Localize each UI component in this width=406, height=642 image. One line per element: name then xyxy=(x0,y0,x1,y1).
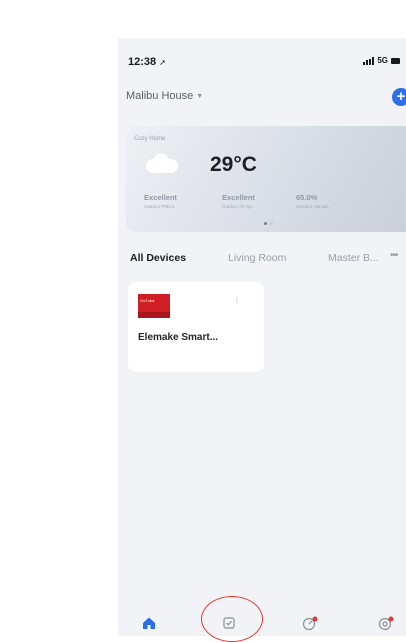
stat-label: Outdoor PM2.5 xyxy=(144,204,175,209)
location-arrow-icon: ➚ xyxy=(159,58,166,67)
stat-air-quality: Excellent Outdoor Air Qu... xyxy=(222,193,286,209)
battery-icon xyxy=(391,57,400,64)
tab-all-devices[interactable]: All Devices xyxy=(130,252,186,264)
offline-icon: ⦚ xyxy=(236,296,238,306)
home-selector[interactable]: Malibu House ▼ xyxy=(126,90,203,102)
caret-down-icon: ▼ xyxy=(196,92,204,100)
network-label: 5G xyxy=(377,56,388,65)
highlight-annotation-circle xyxy=(201,596,263,642)
weather-card[interactable]: Cozy Home 29°C Excellent Outdoor PM2.5 E… xyxy=(126,126,406,232)
notification-dot xyxy=(312,616,318,622)
stat-pm25: Excellent Outdoor PM2.5 xyxy=(144,193,208,209)
status-icons: 5G xyxy=(363,56,400,65)
device-name: Elemake Smart... xyxy=(138,332,219,343)
add-device-button[interactable]: + xyxy=(392,88,406,106)
weather-card-label: Cozy Home xyxy=(134,136,166,142)
stat-value: Excellent xyxy=(222,193,255,202)
stat-value: Excellent xyxy=(144,193,177,202)
tab-master-bedroom[interactable]: Master B... xyxy=(328,252,379,264)
device-card[interactable]: GoTuba ⦚ Elemake Smart... xyxy=(128,282,264,372)
home-name: Malibu House xyxy=(126,90,194,102)
device-image: GoTuba xyxy=(138,294,170,318)
status-time-text: 12:38 xyxy=(128,56,157,68)
temperature: 29°C xyxy=(210,153,257,176)
signal-icon xyxy=(363,56,375,65)
notification-dot xyxy=(388,616,394,622)
tab-living-room[interactable]: Living Room xyxy=(228,252,286,264)
device-logo: GoTuba xyxy=(140,298,155,303)
more-icon[interactable]: ••• xyxy=(390,250,398,261)
smart-icon[interactable] xyxy=(302,616,318,632)
stat-value: 65.0% xyxy=(296,193,318,202)
status-time: 12:38 ➚ xyxy=(128,56,166,68)
me-icon[interactable] xyxy=(378,616,394,632)
phone-screen: 12:38 ➚ 5G Malibu House ▼ + Cozy Home 29… xyxy=(118,38,406,636)
stat-humidity: 65.0% Outdoor Humidi... xyxy=(296,193,360,209)
cloud-icon xyxy=(146,153,178,173)
stat-label: Outdoor Air Qu... xyxy=(222,204,256,209)
page-indicator xyxy=(264,222,273,225)
home-icon[interactable] xyxy=(142,616,156,630)
stat-label: Outdoor Humidi... xyxy=(296,204,332,209)
status-bar: 12:38 ➚ 5G xyxy=(118,38,406,72)
room-tabs: All Devices Living Room Master B... ••• xyxy=(118,250,406,270)
